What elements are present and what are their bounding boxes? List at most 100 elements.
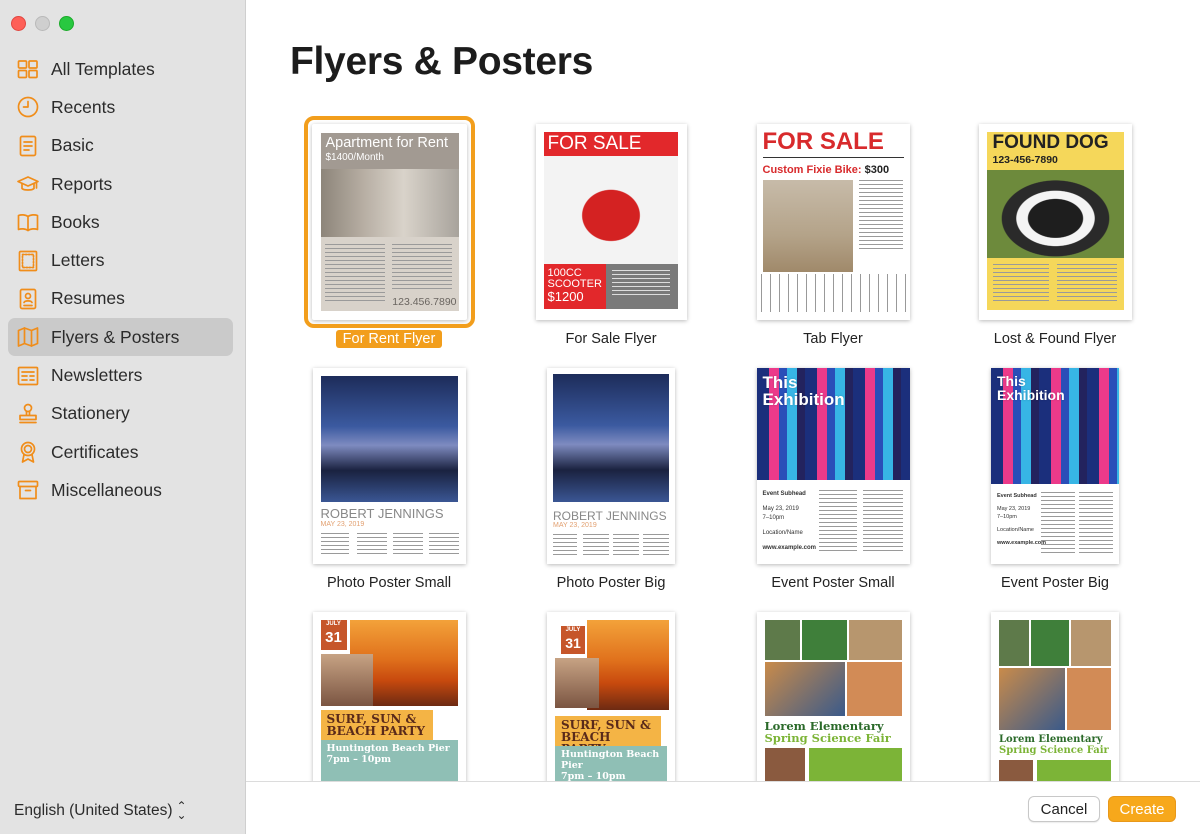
template-for-sale-flyer[interactable]: FOR SALE 100CC SCOOTER $1200 For Sale Fl… [506, 124, 716, 347]
template-thumbnail[interactable]: Lorem Elementary Spring Science Fair [991, 612, 1119, 782]
thumb-day-text: 31 [325, 629, 342, 646]
sidebar-item-certificates[interactable]: Certificates [8, 433, 233, 471]
template-label: For Rent Flyer [284, 330, 494, 348]
thumb-text-lines [356, 533, 387, 557]
sidebar-item-letters[interactable]: Letters [8, 241, 233, 279]
room-photo [320, 169, 459, 237]
template-thumbnail[interactable]: FOUND DOG 123-456-7890 [978, 124, 1132, 320]
thumb-text-lines [613, 534, 639, 556]
thumb-location-text: Location/Name [997, 527, 1034, 533]
sidebar-item-resumes[interactable]: Resumes [8, 280, 233, 318]
thumb-day-text: 31 [565, 635, 581, 651]
template-photo-poster-small[interactable]: ROBERT JENNINGS MAY 23, 2019 Photo Poste… [284, 368, 494, 591]
template-thumbnail[interactable]: Apartment for Rent $1400/Month 123.456.7… [303, 116, 475, 328]
create-button[interactable]: Create [1108, 796, 1176, 822]
sidebar-item-books[interactable]: Books [8, 203, 233, 241]
sidebar-item-label: Recents [51, 96, 116, 117]
sidebar-item-recents[interactable]: Recents [8, 88, 233, 126]
sidebar-item-label: Reports [51, 173, 113, 194]
sunset-photo [587, 620, 669, 710]
thumb-price-text: $1200 [547, 289, 584, 304]
template-beach-party-small[interactable]: JULY 31 SURF, SUN & BEACH PARTY Huntingt… [284, 612, 494, 782]
science-photo [764, 662, 845, 716]
close-window-button[interactable] [11, 16, 26, 31]
science-photo [999, 620, 1029, 666]
sidebar-item-miscellaneous[interactable]: Miscellaneous [8, 471, 233, 509]
template-event-poster-big[interactable]: This Exhibition Event Subhead May 23, 20… [950, 368, 1160, 591]
sidebar-item-stationery[interactable]: Stationery [8, 395, 233, 433]
sidebar-item-flyers-posters[interactable]: Flyers & Posters [8, 318, 233, 357]
template-event-poster-small[interactable]: This Exhibition Event Subhead May 23, 20… [728, 368, 938, 591]
template-photo-poster-big[interactable]: ROBERT JENNINGS MAY 23, 2019 Photo Poste… [506, 368, 716, 591]
thumb-date-badge: JULY 31 [320, 620, 347, 650]
newsletter-icon [15, 363, 41, 389]
science-photo [801, 620, 847, 660]
template-thumbnail[interactable]: JULY 31 SURF, SUN & BEACH PARTY Huntingt… [312, 612, 466, 782]
thumb-location-text: Location/Name [762, 530, 803, 536]
main-content: Flyers & Posters Apartment for Rent $140… [246, 0, 1200, 834]
thumb-date-text: May 23, 2019 [997, 506, 1031, 512]
thumb-subhead-text: Event Subhead [997, 493, 1037, 499]
thumb-event-info: Event Subhead May 23, 2019 7–10pm Locati… [762, 490, 816, 553]
science-photo [999, 668, 1065, 730]
sidebar-item-label: Miscellaneous [51, 479, 162, 500]
resume-icon [15, 286, 41, 312]
sidebar-item-all-templates[interactable]: All Templates [8, 50, 233, 88]
sidebar-item-basic[interactable]: Basic [8, 127, 233, 165]
template-grid: Flyers & Posters Apartment for Rent $140… [246, 0, 1200, 782]
sidebar-item-label: Resumes [51, 288, 125, 309]
sidebar-item-label: Certificates [51, 441, 139, 462]
template-thumbnail[interactable]: This Exhibition Event Subhead May 23, 20… [756, 368, 910, 564]
template-lost-found-flyer[interactable]: FOUND DOG 123-456-7890 Lost & Found Flye… [950, 124, 1160, 347]
thumb-time-text: 7pm – 10pm [326, 754, 392, 765]
zoom-window-button[interactable] [59, 16, 74, 31]
lake-photo [320, 376, 458, 502]
template-science-fair-big[interactable]: Lorem Elementary Spring Science Fair [950, 612, 1160, 782]
thumb-text-lines [643, 534, 669, 556]
template-label: Photo Poster Big [556, 575, 666, 591]
thumb-place-text: Huntington Beach Pier [561, 749, 660, 771]
template-beach-party-big[interactable]: JULY 31 SURF, SUN & BEACH PARTY Huntingt… [506, 612, 716, 782]
template-thumbnail[interactable]: ROBERT JENNINGS MAY 23, 2019 [547, 368, 675, 564]
thumb-title: Lorem Elementary Spring Science Fair [765, 720, 891, 744]
template-thumbnail[interactable]: ROBERT JENNINGS MAY 23, 2019 [312, 368, 466, 564]
sidebar-item-newsletters[interactable]: Newsletters [8, 356, 233, 394]
template-science-fair-small[interactable]: Lorem Elementary Spring Science Fair [728, 612, 938, 782]
sidebar: All Templates Recents Basic Reports Book… [0, 0, 246, 834]
lake-photo [553, 374, 669, 502]
sidebar-item-label: Basic [51, 135, 94, 156]
science-photo [764, 748, 805, 782]
template-thumbnail[interactable]: FOR SALE 100CC SCOOTER $1200 [535, 124, 687, 320]
thumb-text-lines [858, 180, 903, 250]
thumb-headline: SURF, SUN & BEACH PARTY [320, 710, 433, 740]
minimize-window-button[interactable] [35, 16, 50, 31]
template-thumbnail[interactable]: Lorem Elementary Spring Science Fair [756, 612, 910, 782]
thumb-subtitle-text: Custom Fixie Bike: [762, 164, 862, 176]
thumb-text-lines [553, 534, 577, 556]
science-photo [1071, 620, 1111, 666]
template-label: For Sale Flyer [565, 331, 657, 347]
sidebar-item-reports[interactable]: Reports [8, 165, 233, 203]
thumb-title-line2: Spring Science Fair [999, 745, 1109, 756]
template-for-rent-flyer[interactable]: Apartment for Rent $1400/Month 123.456.7… [284, 116, 494, 348]
template-thumbnail[interactable]: JULY 31 SURF, SUN & BEACH PARTY Huntingt… [547, 612, 675, 782]
ribbon-icon [15, 439, 41, 465]
thumb-heading: FOUND DOG 123-456-7890 [986, 132, 1124, 170]
thumb-event-info: Event Subhead May 23, 2019 7–10pm Locati… [997, 492, 1046, 547]
sidebar-item-label: Newsletters [51, 365, 143, 386]
template-tab-flyer[interactable]: FOR SALE Custom Fixie Bike: $300 Tab Fly… [728, 124, 938, 347]
template-thumbnail[interactable]: FOR SALE Custom Fixie Bike: $300 [756, 124, 910, 320]
document-icon [15, 133, 41, 159]
thumb-time-text: 7–10pm [997, 514, 1017, 520]
thumb-text-lines [392, 533, 423, 557]
thumb-heading-text: FOR SALE [762, 128, 884, 155]
thumb-heading-text: This Exhibition [997, 373, 1065, 403]
science-photo [999, 760, 1033, 782]
language-selector[interactable]: English (United States) ⌃ ⌄ [14, 800, 187, 821]
sidebar-item-label: Stationery [51, 403, 130, 424]
thumb-heading-text: FOUND DOG [992, 132, 1109, 153]
thumb-heading: Apartment for Rent $1400/Month [320, 133, 459, 169]
thumb-place-text: Huntington Beach Pier [326, 743, 450, 754]
template-thumbnail[interactable]: This Exhibition Event Subhead May 23, 20… [991, 368, 1119, 564]
cancel-button[interactable]: Cancel [1028, 796, 1100, 822]
